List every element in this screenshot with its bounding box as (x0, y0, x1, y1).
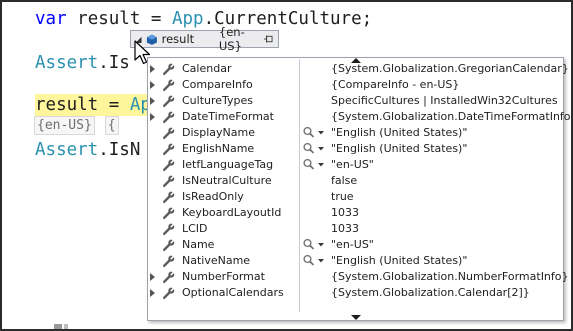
member-row[interactable]: CompareInfo {CompareInfo - en-US} (148, 77, 563, 93)
member-list: Calendar {System.Globalization.GregorianC… (148, 61, 571, 301)
member-value[interactable]: "English (United States)" (331, 142, 467, 155)
datatip-header[interactable]: ◢ result {en-US} (130, 25, 279, 53)
member-value[interactable]: false (331, 174, 357, 187)
member-access: .Is (98, 53, 130, 73)
member-name: EnglishName (182, 142, 255, 155)
member-value[interactable]: "English (United States)" (331, 126, 467, 139)
member-name: NumberFormat (182, 270, 265, 283)
member-name: IsReadOnly (182, 190, 244, 203)
member-row[interactable]: LCID 1033 (148, 221, 563, 237)
member-value[interactable]: "en-US" (331, 238, 374, 251)
wrench-icon (163, 286, 176, 299)
member-name: Calendar (182, 62, 232, 75)
pin-icon[interactable] (263, 34, 274, 44)
member-name: NativeName (182, 254, 251, 267)
member-value[interactable]: "en-US" (331, 158, 374, 171)
member-row[interactable]: IetfLanguageTag "en-US" (148, 157, 563, 173)
identifier-result[interactable]: result (77, 9, 140, 29)
magnifier-icon[interactable] (302, 142, 330, 156)
member-row[interactable]: CultureTypes SpecificCultures | Installed… (148, 93, 563, 109)
member-value[interactable]: {System.Globalization.NumberFormatInfo} (331, 270, 569, 283)
member-value[interactable]: true (331, 190, 354, 203)
magnifier-icon[interactable] (302, 158, 330, 172)
wrench-icon (163, 190, 176, 203)
member-value[interactable]: SpecificCultures | InstalledWin32Culture… (331, 94, 558, 107)
member-name: KeyboardLayoutId (182, 206, 282, 219)
member-row[interactable]: DateTimeFormat {System.Globalization.Date… (148, 109, 571, 125)
member-access: .IsN (98, 140, 141, 160)
member-row[interactable]: KeyboardLayoutId 1033 (148, 205, 563, 221)
wrench-icon (163, 110, 176, 123)
keyword-var: var (35, 9, 67, 29)
member-value[interactable]: "English (United States)" (331, 254, 467, 267)
scroll-down-icon (350, 314, 361, 320)
member-name: IetfLanguageTag (182, 158, 274, 171)
member-value[interactable]: 1033 (331, 222, 359, 235)
member-row[interactable]: Calendar {System.Globalization.GregorianC… (148, 61, 569, 77)
collapsed-region-icon (54, 324, 68, 329)
expand-arrow-icon[interactable] (150, 65, 155, 73)
datatip-members-popup: Calendar {System.Globalization.GregorianC… (147, 57, 571, 321)
expand-arrow-icon[interactable] (150, 289, 155, 297)
datatip-variable-value[interactable]: {en-US} (219, 25, 263, 53)
wrench-icon (163, 238, 176, 251)
wrench-icon (163, 254, 176, 267)
member-row[interactable]: NativeName "English (United States)" (148, 253, 563, 269)
wrench-icon (163, 158, 176, 171)
screenshot-frame: var result = App.CurrentCulture; Assert.… (0, 0, 573, 331)
wrench-icon (163, 206, 176, 219)
member-value[interactable]: {System.Globalization.GregorianCalendar} (331, 62, 569, 75)
expand-arrow-icon[interactable] (150, 97, 155, 105)
type-assert[interactable]: Assert (35, 53, 98, 73)
member-row[interactable]: OptionalCalendars {System.Globalization.C… (148, 285, 563, 301)
member-row[interactable]: DisplayName "English (United States)" (148, 125, 563, 141)
member-row[interactable]: EnglishName "English (United States)" (148, 141, 563, 157)
magnifier-icon[interactable] (302, 254, 330, 268)
magnifier-icon[interactable] (302, 238, 330, 252)
type-app[interactable]: App (172, 9, 204, 29)
wrench-icon (163, 222, 176, 235)
wrench-icon (163, 62, 176, 75)
expand-arrow-icon[interactable] (150, 81, 155, 89)
inline-value-hints: {en-US} { (34, 116, 119, 135)
magnifier-icon[interactable] (302, 126, 330, 140)
member-row[interactable]: IsReadOnly true (148, 189, 563, 205)
inline-value-hint[interactable]: { (104, 116, 119, 135)
type-assert[interactable]: Assert (35, 140, 98, 160)
operator: = (140, 9, 172, 29)
code-line-4: Assert.IsN (35, 139, 140, 161)
wrench-icon (163, 78, 176, 91)
identifier-result[interactable]: result (35, 95, 98, 115)
wrench-icon (163, 142, 176, 155)
member-value[interactable]: {System.Globalization.DateTimeFormatInfo… (331, 110, 571, 123)
member-name: LCID (182, 222, 208, 235)
code-line-2: Assert.Is (35, 52, 130, 74)
inline-value-hint[interactable]: {en-US} (34, 116, 95, 135)
operator: = (98, 95, 130, 115)
member-value[interactable]: {CompareInfo - en-US} (331, 78, 459, 91)
member-name: OptionalCalendars (182, 286, 284, 299)
member-row[interactable]: IsNeutralCulture false (148, 173, 563, 189)
mouse-cursor-icon (134, 40, 151, 65)
wrench-icon (163, 94, 176, 107)
wrench-icon (163, 174, 176, 187)
member-row[interactable]: NumberFormat {System.Globalization.Number… (148, 269, 569, 285)
member-name: CultureTypes (182, 94, 254, 107)
member-row[interactable]: Name "en-US" (148, 237, 563, 253)
member-name: CompareInfo (182, 78, 253, 91)
code-line-3-current: result = Ap (35, 94, 157, 116)
member-value[interactable]: 1033 (331, 206, 359, 219)
member-value[interactable]: {System.Globalization.Calendar[2]} (331, 286, 530, 299)
wrench-icon (163, 126, 176, 139)
code-line-1: var result = App.CurrentCulture; (35, 8, 372, 30)
expand-arrow-icon[interactable] (150, 113, 155, 121)
member-name: DisplayName (182, 126, 255, 139)
wrench-icon (163, 270, 176, 283)
member-name: Name (182, 238, 215, 251)
member-name: IsNeutralCulture (182, 174, 272, 187)
datatip-variable-name: result (161, 32, 195, 46)
member-name: DateTimeFormat (182, 110, 274, 123)
scroll-down-button[interactable] (148, 313, 563, 321)
expand-arrow-icon[interactable] (150, 273, 155, 281)
